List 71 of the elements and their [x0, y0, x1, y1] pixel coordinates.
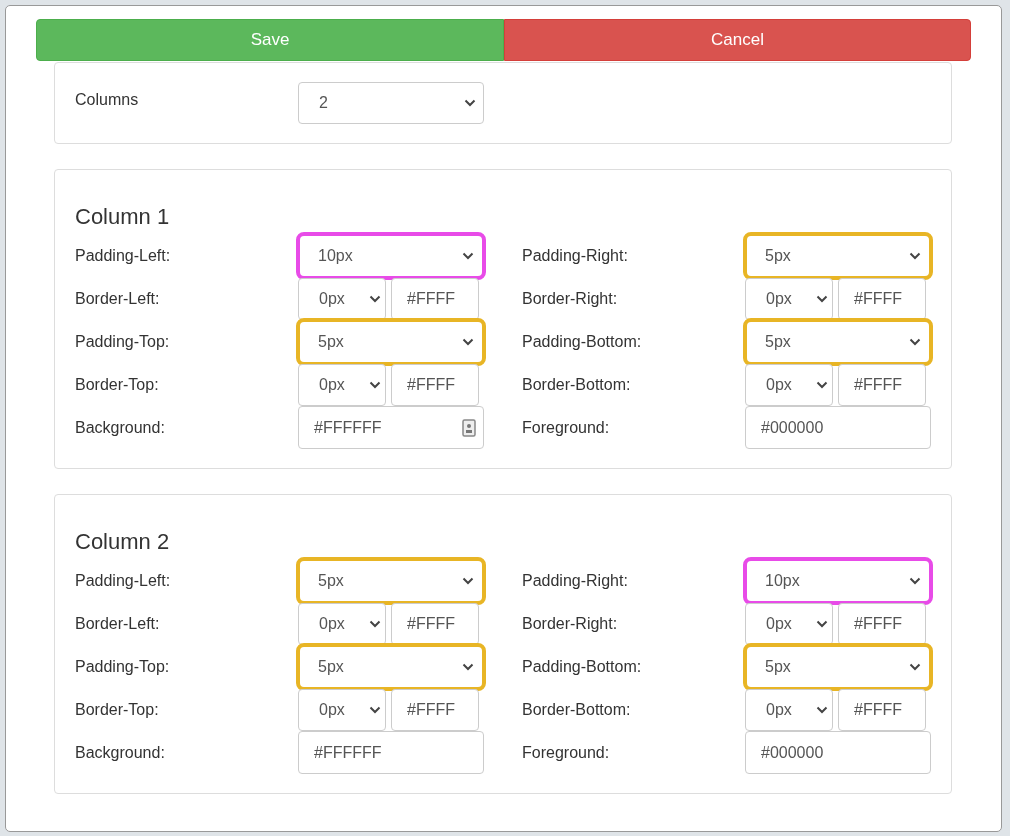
border-color-field[interactable]: #FFFF — [838, 602, 926, 645]
chevron-down-icon — [909, 662, 921, 671]
padding-select[interactable]: 5px — [296, 317, 486, 366]
columns-label: Columns — [75, 90, 140, 110]
padding-select[interactable]: 5px — [296, 556, 486, 605]
field-label: Padding-Top: — [75, 656, 171, 677]
chevron-down-icon — [816, 619, 828, 628]
border-color-field[interactable]: #FFFF — [391, 688, 479, 731]
color-field[interactable]: #FFFFFF — [298, 731, 484, 774]
color-field[interactable]: #000000 — [745, 731, 931, 774]
field-label: Padding-Right: — [522, 245, 629, 266]
color-field[interactable]: #FFFFFF — [298, 406, 484, 449]
chevron-down-icon — [462, 251, 474, 260]
border-color-field[interactable]: #FFFF — [391, 602, 479, 645]
field-label: Padding-Right: — [522, 570, 629, 591]
chevron-down-icon — [816, 294, 828, 303]
field-label: Padding-Left: — [75, 245, 172, 266]
color-field[interactable]: #000000 — [745, 406, 931, 449]
border-width-select[interactable]: 0px — [745, 277, 833, 320]
field-label: Border-Left: — [75, 288, 161, 309]
field-label: Padding-Bottom: — [522, 331, 643, 352]
field-label: Padding-Bottom: — [522, 656, 643, 677]
columns-select[interactable]: 2 — [298, 82, 484, 124]
column-title: Column 1 — [75, 203, 171, 231]
chevron-down-icon — [909, 337, 921, 346]
chevron-down-icon — [462, 576, 474, 585]
chevron-down-icon — [369, 619, 381, 628]
border-width-select[interactable]: 0px — [298, 363, 386, 406]
border-width-select[interactable]: 0px — [745, 688, 833, 731]
border-width-select[interactable]: 0px — [298, 602, 386, 645]
cancel-button[interactable]: Cancel — [504, 19, 971, 61]
field-label: Border-Right: — [522, 288, 619, 309]
field-label: Border-Bottom: — [522, 699, 632, 720]
padding-select[interactable]: 5px — [743, 317, 933, 366]
chevron-down-icon — [909, 576, 921, 585]
border-width-select[interactable]: 0px — [745, 602, 833, 645]
border-color-field[interactable]: #FFFF — [391, 277, 479, 320]
border-color-field[interactable]: #FFFF — [838, 688, 926, 731]
padding-select[interactable]: 10px — [743, 556, 933, 605]
column-title: Column 2 — [75, 528, 171, 556]
padding-select[interactable]: 5px — [296, 642, 486, 691]
padding-select[interactable]: 5px — [743, 642, 933, 691]
field-label: Foreground: — [522, 417, 611, 438]
chevron-down-icon — [816, 380, 828, 389]
padding-select[interactable]: 10px — [296, 231, 486, 280]
border-width-select[interactable]: 0px — [298, 688, 386, 731]
field-label: Border-Top: — [75, 699, 160, 720]
chevron-down-icon — [909, 251, 921, 260]
chevron-down-icon — [369, 380, 381, 389]
field-label: Border-Top: — [75, 374, 160, 395]
chevron-down-icon — [369, 705, 381, 714]
border-color-field[interactable]: #FFFF — [391, 363, 479, 406]
field-label: Border-Bottom: — [522, 374, 632, 395]
chevron-down-icon — [816, 705, 828, 714]
contact-card-icon — [462, 418, 476, 437]
border-color-field[interactable]: #FFFF — [838, 363, 926, 406]
chevron-down-icon — [369, 294, 381, 303]
field-label: Padding-Top: — [75, 331, 171, 352]
field-label: Border-Right: — [522, 613, 619, 634]
chevron-down-icon — [462, 337, 474, 346]
chevron-down-icon — [464, 99, 476, 107]
field-label: Foreground: — [522, 742, 611, 763]
border-width-select[interactable]: 0px — [745, 363, 833, 406]
padding-select[interactable]: 5px — [743, 231, 933, 280]
border-color-field[interactable]: #FFFF — [838, 277, 926, 320]
field-label: Padding-Left: — [75, 570, 172, 591]
field-label: Background: — [75, 417, 166, 438]
field-label: Background: — [75, 742, 166, 763]
field-label: Border-Left: — [75, 613, 161, 634]
border-width-select[interactable]: 0px — [298, 277, 386, 320]
chevron-down-icon — [462, 662, 474, 671]
